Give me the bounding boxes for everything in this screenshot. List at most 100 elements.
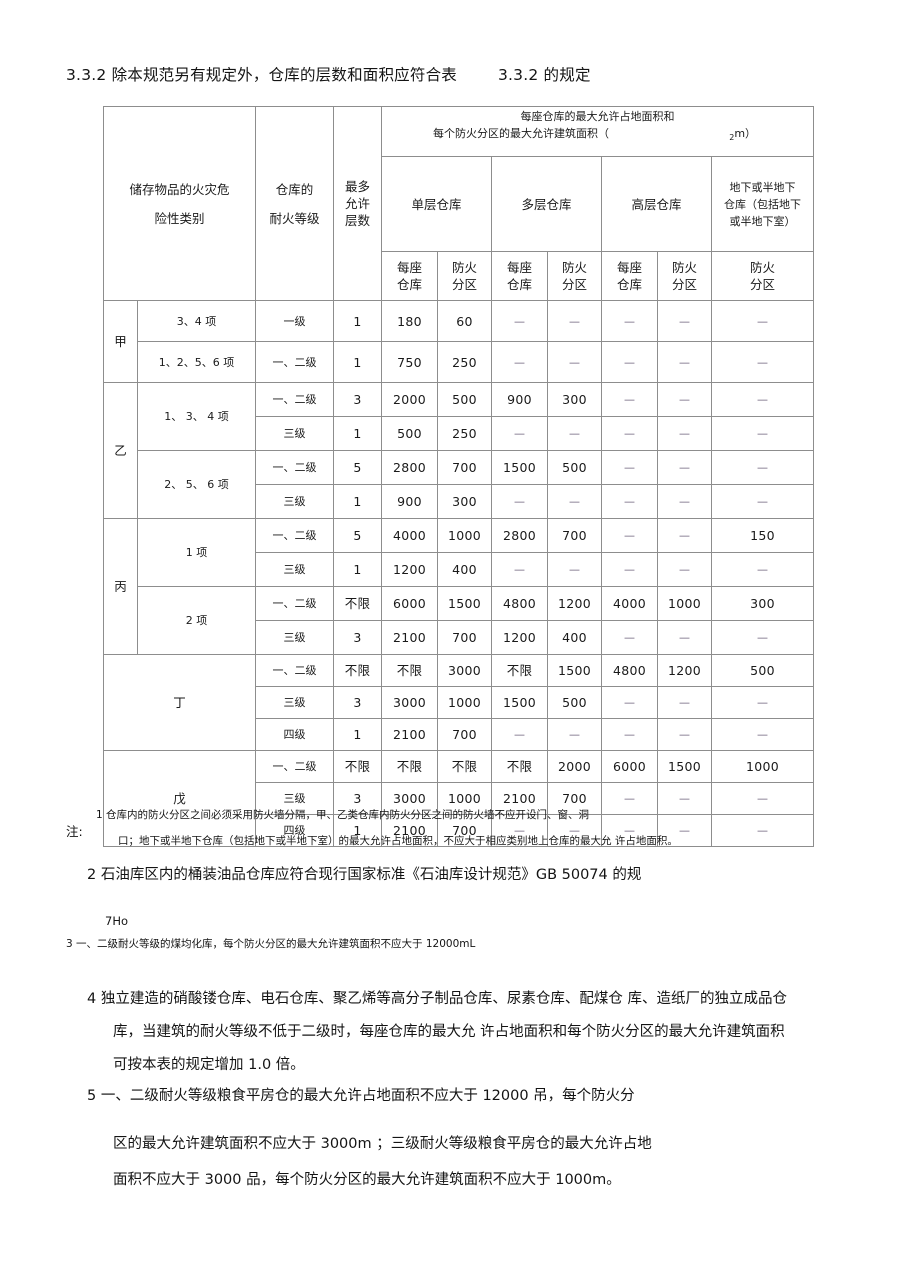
row-high-zone: — — [657, 300, 713, 342]
header-area-group-line2-text: 每个防火分区的最大允许建筑面积（ — [433, 127, 610, 140]
row-high-zone: — — [657, 382, 713, 417]
row-high-zone: — — [657, 620, 713, 655]
row-category-丁: 丁 — [102, 654, 257, 751]
row-multi-each: 900 — [491, 382, 549, 417]
row-basement-zone: — — [711, 382, 815, 417]
row-fire-rating: 三级 — [255, 686, 335, 719]
row-high-zone: — — [657, 450, 713, 485]
row-single-zone: 250 — [437, 416, 493, 451]
row-basement-zone: 150 — [711, 518, 815, 553]
row-multi-zone: 1500 — [547, 654, 603, 687]
row-single-zone: 不限 — [437, 750, 493, 783]
row-fire-rating: 三级 — [255, 416, 335, 451]
row-multi-zone: — — [547, 416, 603, 451]
row-single-each: 900 — [381, 484, 439, 519]
row-max-floors: 1 — [333, 300, 383, 342]
row-single-zone: 700 — [437, 450, 493, 485]
row-max-floors: 不限 — [333, 654, 383, 687]
header-multi-storey: 多层仓库 — [491, 156, 603, 252]
row-single-zone: 3000 — [437, 654, 493, 687]
row-fire-rating: 一、二级 — [255, 341, 335, 383]
row-basement-zone: — — [711, 300, 815, 342]
header-high-each: 每座 仓库 — [601, 251, 659, 301]
header-area-group: 每座仓库的最大允许占地面积和 每个防火分区的最大允许建筑面积（ 2m） — [381, 106, 815, 157]
row-max-floors: 3 — [333, 382, 383, 417]
row-single-zone: 700 — [437, 620, 493, 655]
row-category-甲: 甲 — [103, 300, 138, 383]
row-fire-rating: 一、二级 — [255, 450, 335, 485]
row-single-each: 不限 — [381, 750, 439, 783]
clause-heading: 3.3.2 除本规范另有规定外，仓库的层数和面积应符合表 3.3.2 的规定 — [66, 66, 591, 84]
row-single-zone: 300 — [437, 484, 493, 519]
row-max-floors: 1 — [333, 552, 383, 587]
row-high-zone: 1500 — [657, 750, 713, 783]
row-high-each: — — [601, 416, 659, 451]
row-single-zone: 1000 — [437, 686, 493, 719]
row-single-zone: 250 — [437, 341, 493, 383]
row-high-each: — — [601, 518, 659, 553]
row-multi-each: 1500 — [491, 450, 549, 485]
row-fire-rating: 三级 — [255, 620, 335, 655]
row-fire-rating: 一级 — [255, 300, 335, 342]
row-multi-zone: 300 — [547, 382, 603, 417]
header-area-group-line1: 每座仓库的最大允许占地面积和 — [520, 110, 675, 123]
note-4-line-1: 4 独立建造的硝酸镂仓库、电石仓库、聚乙烯等高分子制品仓库、尿素仓库、配煤仓 库… — [87, 991, 787, 1007]
row-fire-rating: 一、二级 — [255, 654, 335, 687]
row-high-each: — — [601, 686, 659, 719]
row-max-floors: 5 — [333, 450, 383, 485]
row-fire-rating: 一、二级 — [255, 586, 335, 621]
note-4-line-2: 库，当建筑的耐火等级不低于二级时，每座仓库的最大允 许占地面积和每个防火分区的最… — [113, 1024, 785, 1040]
row-max-floors: 3 — [333, 620, 383, 655]
row-multi-each: — — [491, 416, 549, 451]
row-fire-rating: 三级 — [255, 552, 335, 587]
row-single-each: 2100 — [381, 620, 439, 655]
row-high-each: 4000 — [601, 586, 659, 621]
row-high-zone: — — [657, 518, 713, 553]
table-row: 丙1 项一、二级 5 4000 1000 2800 700— —150 — [103, 518, 815, 655]
document-page: 3.3.2 除本规范另有规定外，仓库的层数和面积应符合表 3.3.2 的规定 储… — [0, 0, 920, 1277]
table-row: 2 项一、二级 不限 6000 1500 4800 1200 4000 1000 300 — [104, 586, 815, 655]
row-items: 1、2、5、6 项 — [136, 341, 257, 383]
row-multi-each: 不限 — [491, 750, 549, 783]
row-high-each: — — [601, 341, 659, 383]
note-1-line-1: 1 仓库内的防火分区之间必须采用防火墙分隔，甲、乙类仓库内防火分区之间的防火墙不… — [96, 809, 590, 821]
header-fire-rating: 仓库的 耐火等级 — [255, 106, 335, 301]
row-high-each: — — [601, 382, 659, 417]
row-max-floors: 不限 — [333, 586, 383, 621]
note-2-continuation: 7Ho — [105, 914, 128, 928]
row-single-each: 180 — [381, 300, 439, 342]
note-4-line-3: 可按本表的规定增加 1.0 倍。 — [113, 1057, 305, 1073]
header-single-zone: 防火 分区 — [437, 251, 493, 301]
row-high-zone: 1000 — [657, 586, 713, 621]
row-max-floors: 1 — [333, 718, 383, 751]
header-area-unit: m） — [734, 127, 757, 140]
row-high-each: — — [601, 552, 659, 587]
row-items: 3、4 项 — [136, 300, 257, 342]
row-multi-zone: — — [547, 484, 603, 519]
row-fire-rating: 三级 — [255, 484, 335, 519]
note-5-line-2: 区的最大允许建筑面积不应大于 3000m ；三级耐火等级粮食平房仓的最大允许占地 — [113, 1136, 652, 1152]
row-basement-zone: — — [711, 620, 815, 655]
row-high-zone: — — [657, 686, 713, 719]
row-fire-rating: 一、二级 — [255, 382, 335, 417]
row-multi-each: 1200 — [491, 620, 549, 655]
table-body: 储存物品的火灾危 险性类别 仓库的 耐火等级 最多 允许 层数 每座仓库的最大允… — [102, 106, 815, 847]
row-high-each: 4800 — [601, 654, 659, 687]
row-single-each: 3000 — [381, 686, 439, 719]
header-multi-each: 每座 仓库 — [491, 251, 549, 301]
row-category-乙: 乙 — [103, 382, 138, 519]
row-multi-each: — — [491, 300, 549, 342]
row-high-zone: 1200 — [657, 654, 713, 687]
table-row: 戊一、二级 不限 不限 不限 不限 2000 6000 1500 1000 — [102, 750, 815, 847]
row-multi-zone: — — [547, 341, 603, 383]
table-row: 乙 1、 3、 4 项一、二级 3 2000 500 900 300— — — — [103, 382, 815, 519]
row-basement-zone: — — [711, 484, 815, 519]
row-multi-each: 不限 — [491, 654, 549, 687]
row-max-floors: 5 — [333, 518, 383, 553]
header-high-rise: 高层仓库 — [601, 156, 713, 252]
row-high-each: 6000 — [601, 750, 659, 783]
row-high-zone: — — [657, 718, 713, 751]
row-multi-zone: 2000 — [547, 750, 603, 783]
note-5-line-3: 面积不应大于 3000 品，每个防火分区的最大允许建筑面积不应大于 1000m。 — [113, 1172, 621, 1188]
row-high-zone: — — [657, 416, 713, 451]
